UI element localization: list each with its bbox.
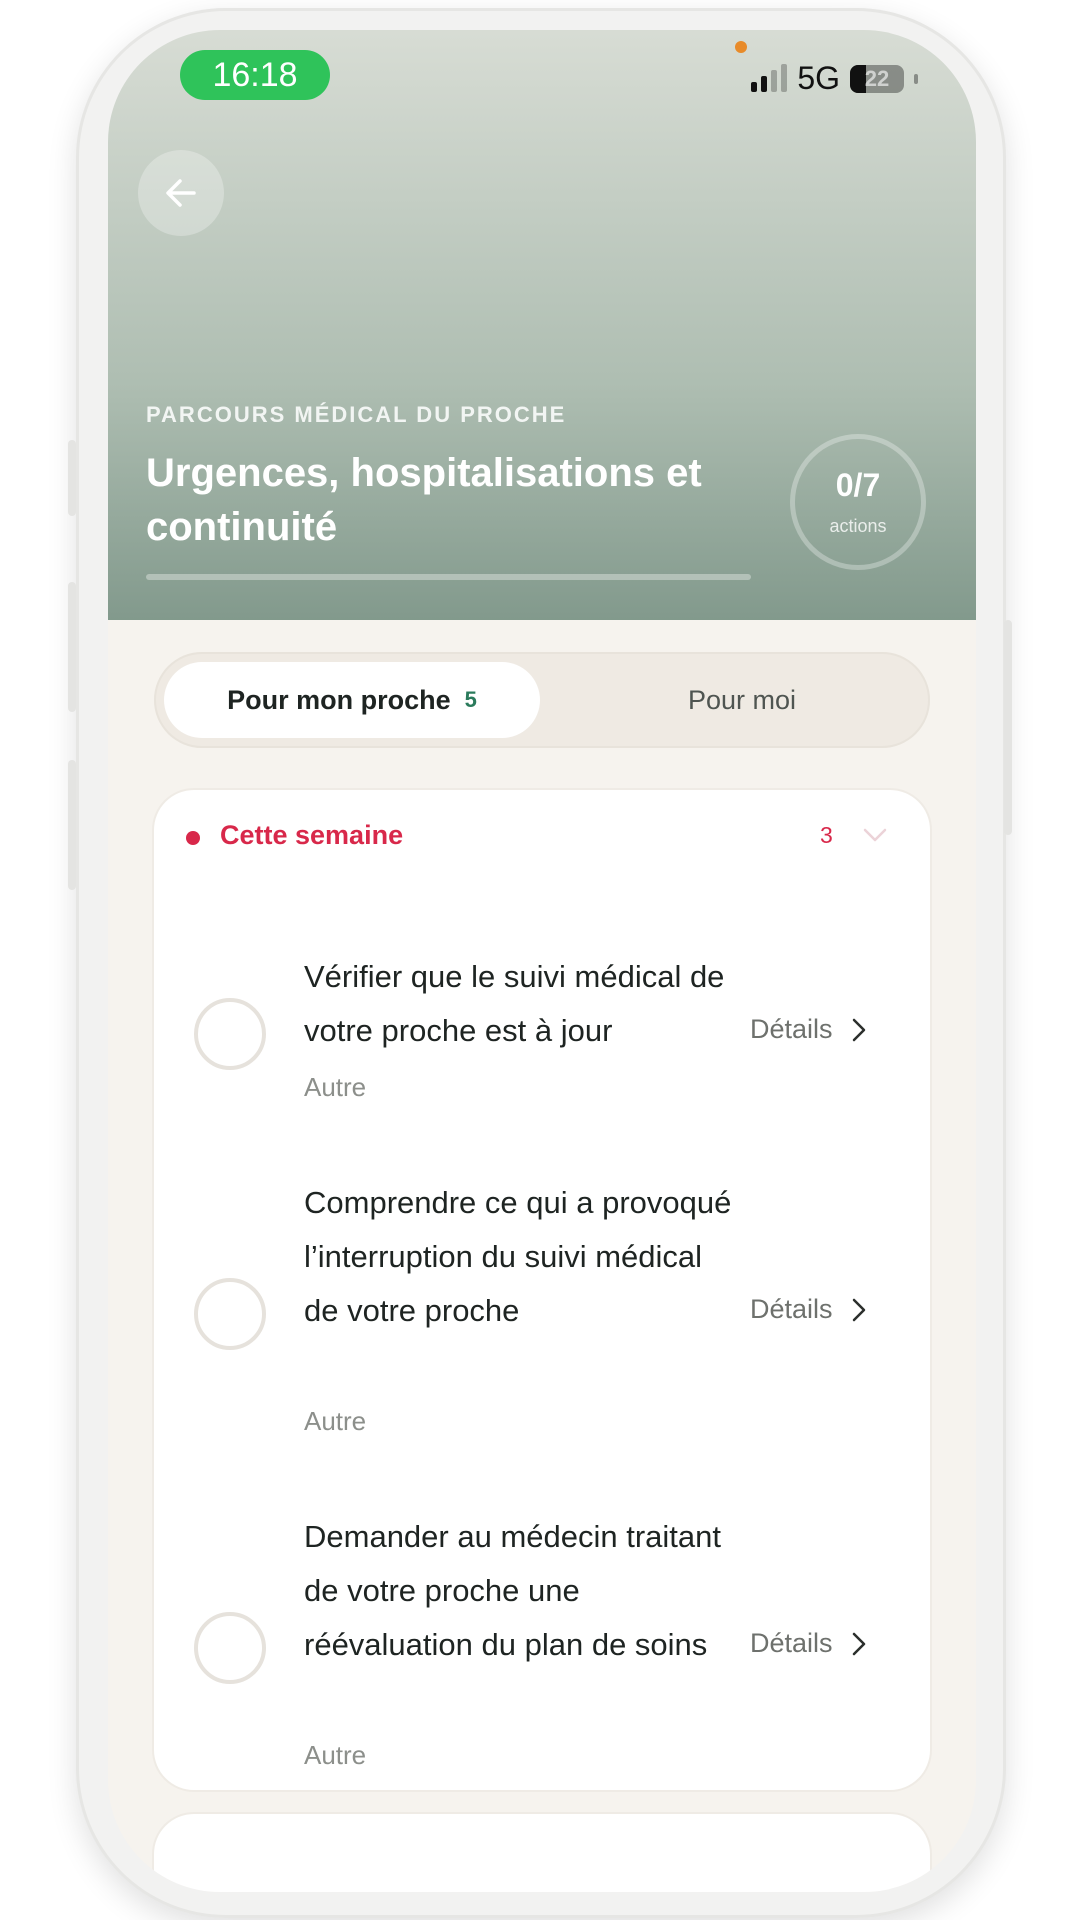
- chevron-right-icon: [852, 1632, 865, 1655]
- status-time-text: 16:18: [212, 55, 298, 94]
- back-button[interactable]: [138, 150, 224, 236]
- details-label: Détails: [750, 1294, 833, 1324]
- action-title[interactable]: Demander au médecin traitant de votre pr…: [304, 1510, 734, 1672]
- chevron-down-icon[interactable]: [862, 826, 888, 844]
- phone-side-button: [68, 440, 76, 516]
- tab-label: Pour moi: [687, 684, 797, 715]
- status-indicators: 5G 22: [751, 60, 918, 97]
- details-link[interactable]: Détails: [750, 1294, 867, 1325]
- section-title: Cette semaine: [220, 820, 404, 850]
- journey-progress-bar: [146, 574, 751, 580]
- signal-icon: [751, 63, 788, 92]
- actions-label: actions: [829, 516, 887, 536]
- back-arrow-icon: [166, 179, 196, 207]
- next-section-card: [154, 1814, 930, 1892]
- action-title[interactable]: Comprendre ce qui a provoqué l’interrupt…: [304, 1176, 734, 1338]
- details-link[interactable]: Détails: [750, 1014, 867, 1045]
- details-label: Détails: [750, 1014, 833, 1044]
- battery-icon: 22: [850, 64, 904, 93]
- completion-checkbox[interactable]: [194, 1278, 266, 1350]
- action-category: Autre: [304, 1740, 367, 1770]
- section-count: 3: [820, 822, 833, 848]
- header-text: PARCOURS MÉDICAL DU PROCHE Urgences, hos…: [146, 402, 746, 554]
- segmented-tabs: Pour mon proche 5 Pour moi: [154, 652, 930, 748]
- chevron-right-icon: [852, 1298, 865, 1321]
- action-title[interactable]: Vérifier que le suivi médical de votre p…: [304, 950, 734, 1058]
- section-card-this-week: Cette semaine 3 Vérifier que le suivi mé…: [154, 790, 930, 1790]
- privacy-indicator: [735, 41, 747, 53]
- section-header[interactable]: Cette semaine 3: [154, 790, 930, 886]
- action-category: Autre: [304, 1072, 367, 1102]
- battery-level: 22: [864, 65, 890, 91]
- details-label: Détails: [750, 1628, 833, 1658]
- actions-progress-ring: 0/7 actions: [790, 434, 926, 570]
- journey-label: PARCOURS MÉDICAL DU PROCHE: [146, 402, 567, 427]
- phone-side-button: [68, 582, 76, 712]
- page-title: Urgences, hospitalisations et continuité: [146, 451, 702, 549]
- tab-label: Pour mon proche: [227, 684, 451, 715]
- details-link[interactable]: Détails: [750, 1628, 867, 1659]
- phone-side-button: [1004, 620, 1012, 835]
- completion-checkbox[interactable]: [194, 1612, 266, 1684]
- status-time: 16:18: [180, 50, 330, 100]
- tab-pour-mon-proche[interactable]: Pour mon proche 5: [164, 662, 540, 738]
- chevron-right-icon: [852, 1018, 865, 1041]
- phone-side-button: [68, 760, 76, 890]
- actions-count: 0/7: [835, 467, 881, 503]
- completion-checkbox[interactable]: [194, 998, 266, 1070]
- action-category: Autre: [304, 1406, 367, 1436]
- app-screen: 16:18 5G 22 PARCOURS MÉDICAL DU PROCHE U…: [108, 30, 976, 1892]
- status-dot: [186, 831, 200, 845]
- network-label: 5G: [797, 60, 840, 96]
- tab-count-badge: 5: [464, 687, 477, 712]
- tab-pour-moi[interactable]: Pour moi: [554, 652, 930, 748]
